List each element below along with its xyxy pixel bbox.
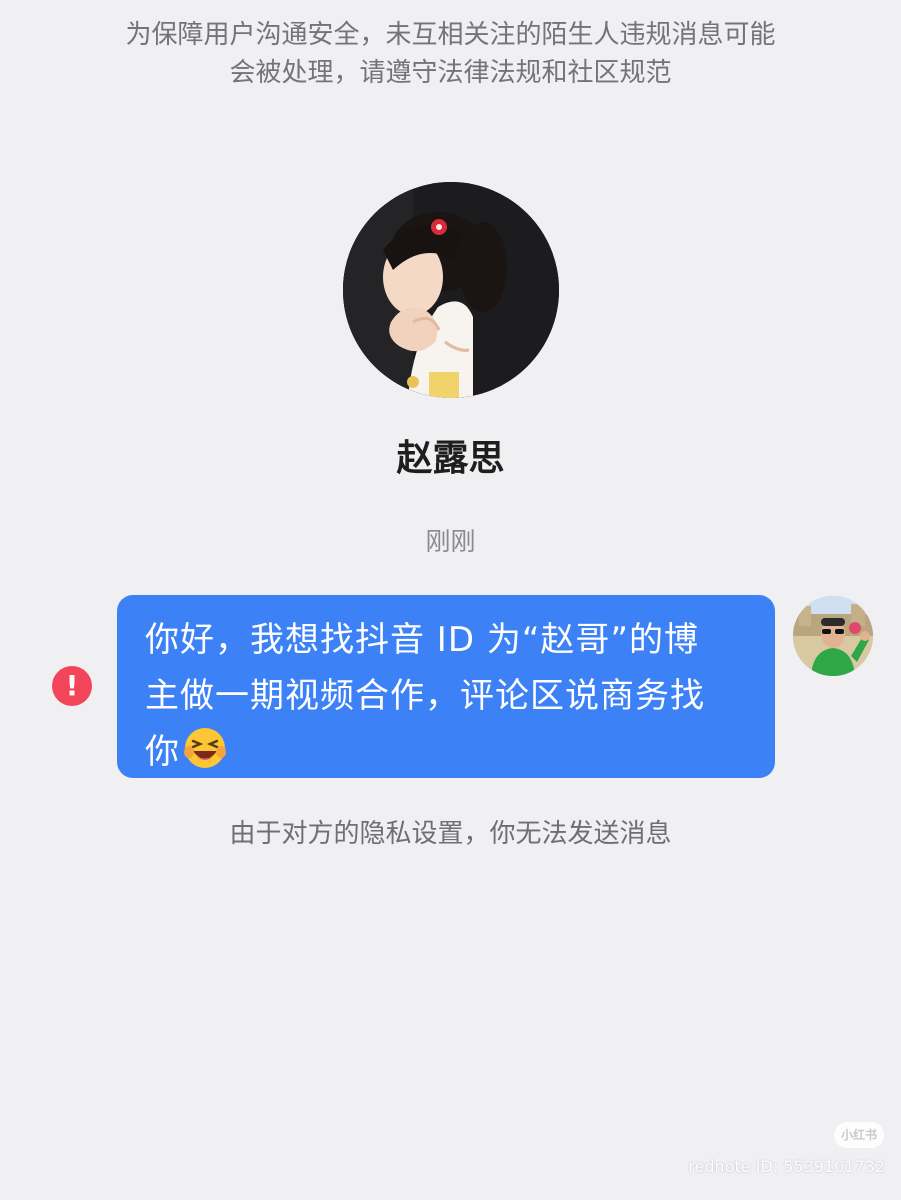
grinning-squinting-face-emoji-icon xyxy=(184,728,226,768)
send-failed-icon-glyph: ! xyxy=(65,669,79,702)
privacy-blocked-message: 由于对方的隐私设置，你无法发送消息 xyxy=(229,819,672,849)
send-failed-icon[interactable]: ! xyxy=(52,666,92,706)
message-bubble[interactable]: 你好，我想找抖音 ID 为“赵哥”的博 主做一期视频合作，评论区说商务找 你 xyxy=(117,595,775,778)
rednote-id-watermark: rednote ID: 5539101732 xyxy=(688,1157,885,1176)
man-with-sunglasses-avatar-image xyxy=(793,596,873,676)
girl-photo-avatar-image xyxy=(343,182,559,398)
message-text-line-2: 主做一期视频合作，评论区说商务找 xyxy=(145,676,705,716)
safety-notice-line-2: 会被处理，请遵守法律法规和社区规范 xyxy=(229,58,672,88)
rednote-logo: 小红书 xyxy=(834,1122,884,1148)
self-avatar[interactable] xyxy=(793,596,873,676)
safety-notice-line-1: 为保障用户沟通安全，未互相关注的陌生人违规消息可能 xyxy=(125,20,776,50)
contact-avatar[interactable] xyxy=(343,182,559,398)
message-text-line-3-text: 你 xyxy=(145,732,180,772)
contact-name[interactable]: 赵露思 xyxy=(0,434,901,484)
safety-notice: 为保障用户沟通安全，未互相关注的陌生人违规消息可能 会被处理，请遵守法律法规和社… xyxy=(60,16,841,92)
message-text-line-1: 你好，我想找抖音 ID 为“赵哥”的博 xyxy=(145,620,700,660)
message-text-line-3: 你 xyxy=(145,724,749,778)
message-timestamp: 刚刚 xyxy=(425,527,476,556)
